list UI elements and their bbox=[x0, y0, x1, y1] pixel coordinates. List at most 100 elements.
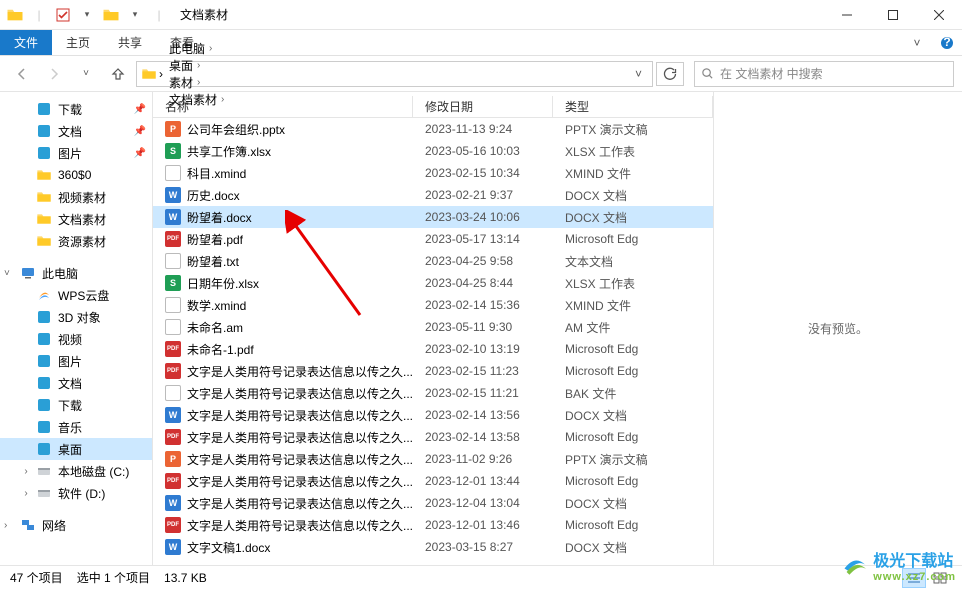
file-name: 共享工作簿.xlsx bbox=[187, 143, 271, 160]
column-date[interactable]: 修改日期 bbox=[413, 96, 553, 117]
view-details-button[interactable] bbox=[902, 568, 926, 588]
breadcrumb-item[interactable]: 桌面› bbox=[165, 57, 228, 74]
file-type: XMIND 文件 bbox=[553, 297, 713, 314]
file-row[interactable]: PDF文字是人类用符号记录表达信息以传之久... 2023-02-14 13:5… bbox=[153, 426, 713, 448]
breadcrumb-item[interactable]: 此电脑› bbox=[165, 40, 228, 57]
nav-thispc-item[interactable]: WPS云盘 bbox=[0, 284, 152, 306]
expand-icon[interactable]: › bbox=[20, 488, 32, 499]
file-icon: S bbox=[165, 275, 181, 291]
tab-share[interactable]: 共享 bbox=[104, 30, 156, 55]
file-icon: P bbox=[165, 121, 181, 137]
tab-file[interactable]: 文件 bbox=[0, 30, 52, 55]
file-icon: PDF bbox=[165, 341, 181, 357]
file-date: 2023-04-25 8:44 bbox=[413, 276, 553, 290]
file-row[interactable]: PDF文字是人类用符号记录表达信息以传之久... 2023-12-01 13:4… bbox=[153, 470, 713, 492]
file-icon: PDF bbox=[165, 473, 181, 489]
file-date: 2023-03-24 10:06 bbox=[413, 210, 553, 224]
nav-thispc-item[interactable]: 图片 bbox=[0, 350, 152, 372]
recent-dropdown-icon[interactable]: ˅ bbox=[72, 60, 100, 88]
nav-quick-item[interactable]: 360$0 bbox=[0, 164, 152, 186]
chevron-right-icon[interactable]: › bbox=[197, 60, 200, 71]
file-icon: W bbox=[165, 495, 181, 511]
file-row[interactable]: W文字是人类用符号记录表达信息以传之久... 2023-12-04 13:04 … bbox=[153, 492, 713, 514]
tab-home[interactable]: 主页 bbox=[52, 30, 104, 55]
file-row[interactable]: 科目.xmind 2023-02-15 10:34 XMIND 文件 bbox=[153, 162, 713, 184]
column-name[interactable]: 名称 bbox=[153, 96, 413, 117]
file-date: 2023-04-25 9:58 bbox=[413, 254, 553, 268]
navigation-pane[interactable]: 下载📌文档📌图片📌360$0视频素材文档素材资源素材 ˅ 此电脑 WPS云盘3D… bbox=[0, 92, 153, 565]
close-button[interactable] bbox=[916, 0, 962, 30]
status-item-count: 47 个项目 bbox=[10, 569, 63, 586]
file-icon: S bbox=[165, 143, 181, 159]
file-row[interactable]: 文字是人类用符号记录表达信息以传之久... 2023-02-15 11:21 B… bbox=[153, 382, 713, 404]
file-name: 未命名.am bbox=[187, 319, 243, 336]
nav-quick-item[interactable]: 资源素材 bbox=[0, 230, 152, 252]
nav-thispc-item[interactable]: 文档 bbox=[0, 372, 152, 394]
qat-dropdown-icon[interactable]: ▾ bbox=[124, 4, 146, 26]
file-row[interactable]: PDF文字是人类用符号记录表达信息以传之久... 2023-02-15 11:2… bbox=[153, 360, 713, 382]
maximize-button[interactable] bbox=[870, 0, 916, 30]
file-name: 文字是人类用符号记录表达信息以传之久... bbox=[187, 517, 413, 534]
ribbon-expand-icon[interactable]: ˅ bbox=[902, 30, 932, 55]
address-dropdown-icon[interactable]: ˅ bbox=[629, 67, 648, 81]
checkbox-icon[interactable] bbox=[52, 4, 74, 26]
search-input[interactable]: 在 文档素材 中搜索 bbox=[694, 61, 954, 87]
nav-network[interactable]: › 网络 bbox=[0, 514, 152, 536]
nav-thispc-item[interactable]: 桌面 bbox=[0, 438, 152, 460]
file-row[interactable]: W文字是人类用符号记录表达信息以传之久... 2023-02-14 13:56 … bbox=[153, 404, 713, 426]
nav-thispc-item[interactable]: 3D 对象 bbox=[0, 306, 152, 328]
file-icon: PDF bbox=[165, 517, 181, 533]
file-row[interactable]: 数学.xmind 2023-02-14 15:36 XMIND 文件 bbox=[153, 294, 713, 316]
nav-this-pc[interactable]: ˅ 此电脑 bbox=[0, 262, 152, 284]
minimize-button[interactable] bbox=[824, 0, 870, 30]
file-row[interactable]: PDF未命名-1.pdf 2023-02-10 13:19 Microsoft … bbox=[153, 338, 713, 360]
chevron-right-icon[interactable]: › bbox=[159, 67, 163, 81]
file-row[interactable]: PDF盼望着.pdf 2023-05-17 13:14 Microsoft Ed… bbox=[153, 228, 713, 250]
address-bar[interactable]: › 此电脑›桌面›素材›文档素材› ˅ bbox=[136, 61, 653, 87]
file-row[interactable]: W文字文稿1.docx 2023-03-15 8:27 DOCX 文档 bbox=[153, 536, 713, 558]
file-type: PPTX 演示文稿 bbox=[553, 451, 713, 468]
file-icon: PDF bbox=[165, 363, 181, 379]
file-row[interactable]: P公司年会组织.pptx 2023-11-13 9:24 PPTX 演示文稿 bbox=[153, 118, 713, 140]
nav-thispc-item[interactable]: 下载 bbox=[0, 394, 152, 416]
forward-button[interactable] bbox=[40, 60, 68, 88]
nav-thispc-item[interactable]: ›软件 (D:) bbox=[0, 482, 152, 504]
help-icon[interactable]: ? bbox=[932, 30, 962, 55]
view-large-icons-button[interactable] bbox=[928, 568, 952, 588]
file-icon bbox=[165, 319, 181, 335]
breadcrumb-item[interactable]: 素材› bbox=[165, 74, 228, 91]
file-row[interactable]: W盼望着.docx 2023-03-24 10:06 DOCX 文档 bbox=[153, 206, 713, 228]
file-date: 2023-02-15 11:23 bbox=[413, 364, 553, 378]
file-row[interactable]: P文字是人类用符号记录表达信息以传之久... 2023-11-02 9:26 P… bbox=[153, 448, 713, 470]
back-button[interactable] bbox=[8, 60, 36, 88]
nav-quick-item[interactable]: 视频素材 bbox=[0, 186, 152, 208]
column-headers[interactable]: 名称 修改日期 类型 bbox=[153, 92, 713, 118]
chevron-right-icon[interactable]: › bbox=[209, 43, 212, 54]
expand-icon[interactable]: › bbox=[4, 520, 7, 531]
nav-thispc-item[interactable]: 视频 bbox=[0, 328, 152, 350]
qat-dropdown-icon[interactable]: ▾ bbox=[76, 4, 98, 26]
file-row[interactable]: W历史.docx 2023-02-21 9:37 DOCX 文档 bbox=[153, 184, 713, 206]
nav-thispc-item[interactable]: 音乐 bbox=[0, 416, 152, 438]
expand-icon[interactable]: › bbox=[20, 466, 32, 477]
file-type: AM 文件 bbox=[553, 319, 713, 336]
nav-quick-item[interactable]: 文档📌 bbox=[0, 120, 152, 142]
file-type: DOCX 文档 bbox=[553, 187, 713, 204]
refresh-button[interactable] bbox=[656, 62, 684, 86]
file-row[interactable]: S日期年份.xlsx 2023-04-25 8:44 XLSX 工作表 bbox=[153, 272, 713, 294]
chevron-right-icon[interactable]: › bbox=[197, 77, 200, 88]
column-type[interactable]: 类型 bbox=[553, 96, 713, 117]
file-type: DOCX 文档 bbox=[553, 495, 713, 512]
file-date: 2023-12-01 13:44 bbox=[413, 474, 553, 488]
nav-quick-item[interactable]: 文档素材 bbox=[0, 208, 152, 230]
file-row[interactable]: 未命名.am 2023-05-11 9:30 AM 文件 bbox=[153, 316, 713, 338]
up-button[interactable] bbox=[104, 60, 132, 88]
file-row[interactable]: 盼望着.txt 2023-04-25 9:58 文本文档 bbox=[153, 250, 713, 272]
file-row[interactable]: S共享工作簿.xlsx 2023-05-16 10:03 XLSX 工作表 bbox=[153, 140, 713, 162]
file-row[interactable]: PDF文字是人类用符号记录表达信息以传之久... 2023-12-01 13:4… bbox=[153, 514, 713, 536]
file-name: 公司年会组织.pptx bbox=[187, 121, 285, 138]
nav-quick-item[interactable]: 下载📌 bbox=[0, 98, 152, 120]
nav-thispc-item[interactable]: ›本地磁盘 (C:) bbox=[0, 460, 152, 482]
collapse-icon[interactable]: ˅ bbox=[4, 268, 10, 279]
nav-quick-item[interactable]: 图片📌 bbox=[0, 142, 152, 164]
